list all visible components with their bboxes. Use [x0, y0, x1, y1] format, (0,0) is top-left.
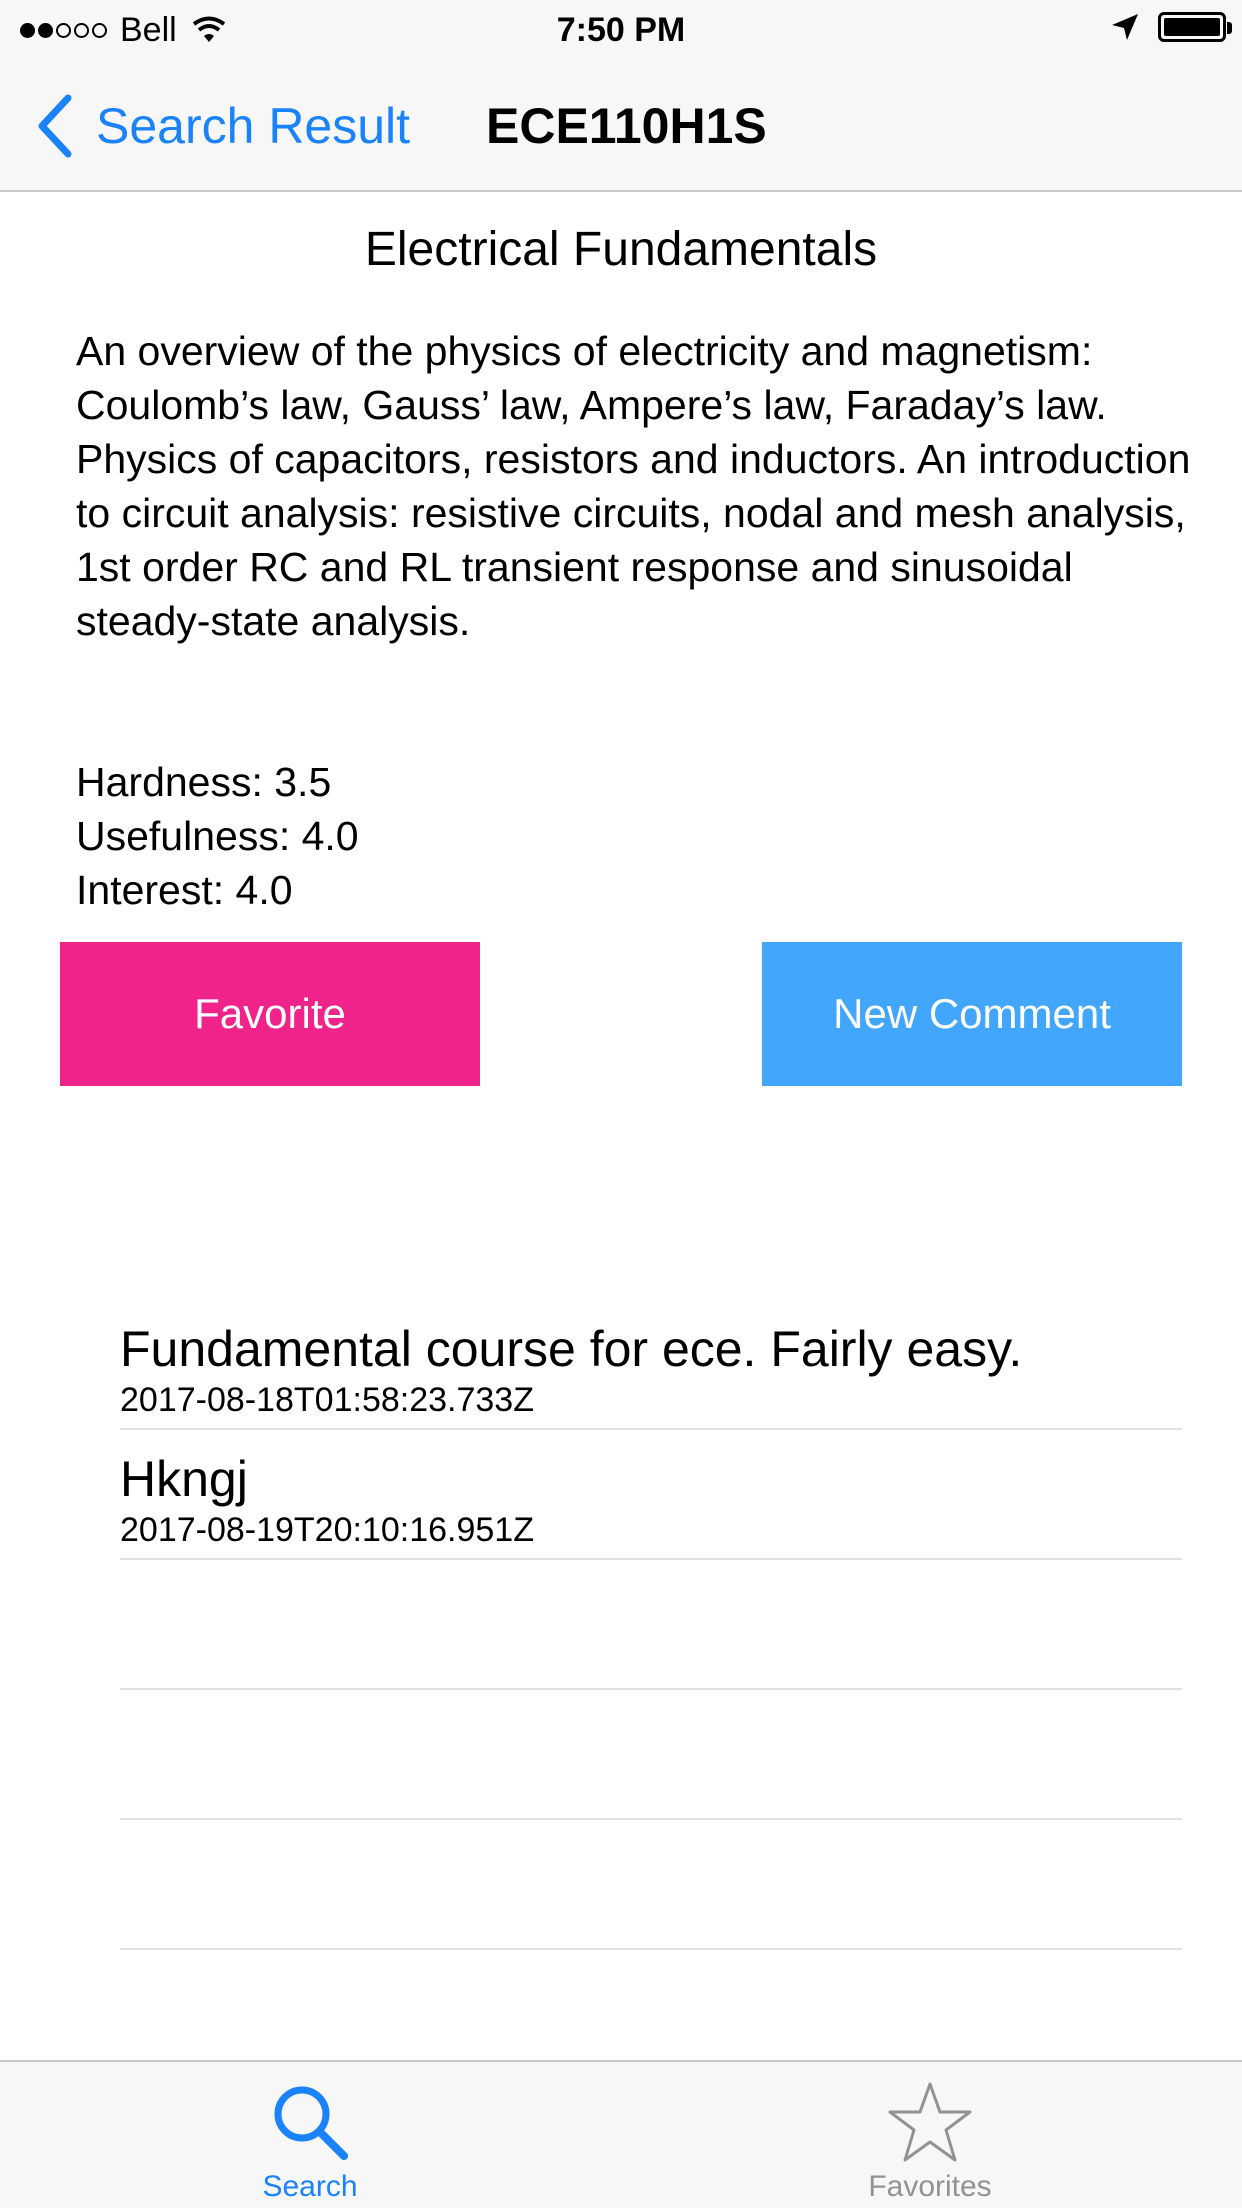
tab-favorites[interactable]: Favorites	[780, 2062, 1080, 2208]
course-name: Electrical Fundamentals	[364, 223, 878, 276]
comment-row[interactable]: Fundamental course for ece. Fairly easy.…	[120, 1300, 1182, 1430]
comment-row[interactable]: Hkngj 2017-08-19T20:10:16.951Z	[120, 1430, 1182, 1560]
tab-label: Favorites	[868, 2170, 992, 2203]
location-arrow-icon	[1112, 14, 1138, 40]
page-title: ECE110H1S	[486, 98, 767, 154]
tab-search[interactable]: Search	[160, 2062, 460, 2208]
comment-date: 2017-08-19T20:10:16.951Z	[120, 1511, 534, 1549]
back-button-label: Search Result	[96, 98, 411, 154]
search-icon	[274, 2086, 348, 2160]
comment-text: Hkngj	[120, 1451, 248, 1507]
comment-text: Fundamental course for ece. Fairly easy.	[120, 1321, 1023, 1377]
interest-rating: Interest: 4.0	[76, 867, 293, 913]
comment-date: 2017-08-18T01:58:23.733Z	[120, 1381, 534, 1419]
new-comment-button[interactable]: New Comment	[762, 942, 1182, 1086]
comment-row-empty[interactable]	[120, 1690, 1182, 1820]
usefulness-rating: Usefulness: 4.0	[76, 813, 359, 859]
tab-label: Search	[262, 2170, 358, 2203]
comment-row-empty[interactable]	[120, 1560, 1182, 1690]
star-icon	[888, 2082, 972, 2162]
status-time: 7:50 PM	[556, 11, 686, 49]
tab-bar: Search Favorites	[0, 2060, 1242, 2208]
back-button[interactable]: Search Result	[36, 94, 410, 158]
course-description: An overview of the physics of electricit…	[76, 328, 1191, 644]
hardness-rating: Hardness: 3.5	[76, 759, 332, 805]
status-bar: Bell 7:50 PM	[0, 0, 1242, 60]
comment-row-empty[interactable]	[120, 1820, 1182, 1950]
favorite-button[interactable]: Favorite	[60, 942, 480, 1086]
navigation-bar: Search Result ECE110H1S	[0, 60, 1242, 192]
status-right	[1110, 12, 1232, 42]
battery-icon	[1158, 12, 1232, 42]
chevron-left-icon	[38, 94, 72, 158]
ratings: Hardness: 3.5 Usefulness: 4.0 Interest: …	[76, 755, 359, 917]
comment-list[interactable]: Fundamental course for ece. Fairly easy.…	[120, 1300, 1182, 1950]
